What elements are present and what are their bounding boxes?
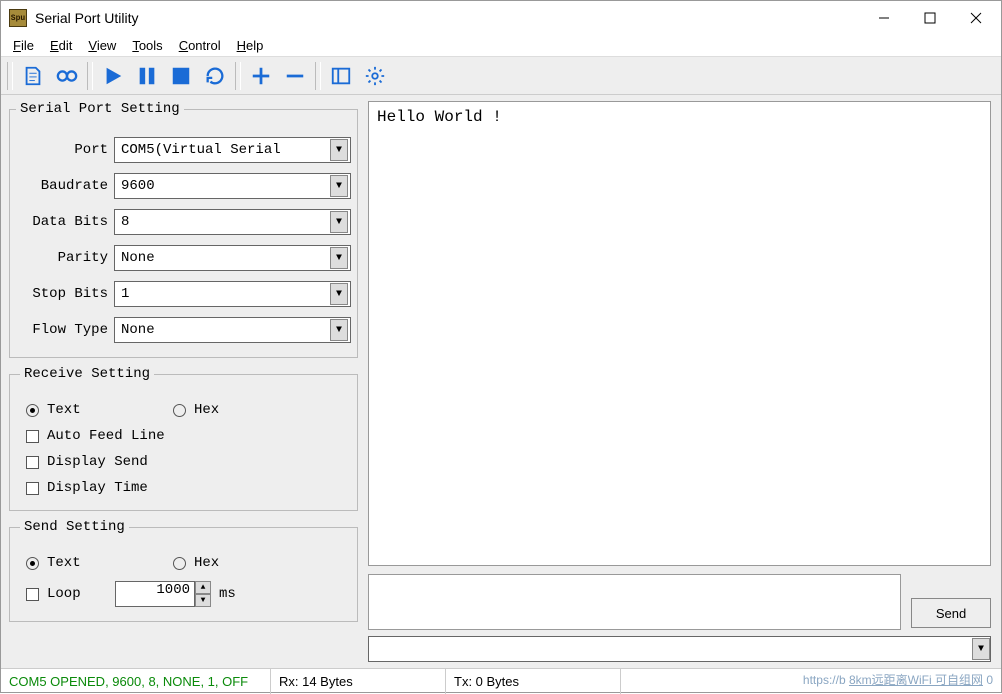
receive-text-radio[interactable] [26, 404, 39, 417]
titlebar: Spu Serial Port Utility [1, 1, 1001, 35]
send-hex-label: Hex [194, 555, 219, 571]
status-tx: Tx: 0 Bytes [446, 669, 621, 694]
menu-view[interactable]: View [80, 36, 124, 55]
receive-hex-radio[interactable] [173, 404, 186, 417]
menu-help[interactable]: Help [229, 36, 272, 55]
flowtype-label: Flow Type [16, 322, 114, 338]
new-file-icon[interactable] [17, 61, 49, 91]
app-icon: Spu [9, 9, 27, 27]
menu-control[interactable]: Control [171, 36, 229, 55]
menu-file[interactable]: File [5, 36, 42, 55]
baudrate-combo[interactable]: 9600▼ [114, 173, 351, 199]
receive-text-label: Text [47, 402, 165, 418]
parity-combo[interactable]: None▼ [114, 245, 351, 271]
display-send-label: Display Send [47, 454, 148, 470]
play-icon[interactable] [97, 61, 129, 91]
stopbits-combo[interactable]: 1▼ [114, 281, 351, 307]
chevron-down-icon[interactable]: ▼ [330, 319, 348, 341]
receive-setting-group: Receive Setting Text Hex Auto Feed Line … [9, 366, 358, 511]
refresh-icon[interactable] [199, 61, 231, 91]
display-time-label: Display Time [47, 480, 148, 496]
serial-port-setting-group: Serial Port Setting Port COM5(Virtual Se… [9, 101, 358, 358]
chevron-down-icon[interactable]: ▼ [330, 211, 348, 233]
spin-up-icon[interactable]: ▲ [195, 581, 211, 594]
receive-output[interactable]: Hello World ! [368, 101, 991, 566]
port-label: Port [16, 142, 114, 158]
menubar: File Edit View Tools Control Help [1, 35, 1001, 57]
settings-icon[interactable] [359, 61, 391, 91]
chevron-down-icon[interactable]: ▼ [330, 247, 348, 269]
receive-hex-label: Hex [194, 402, 219, 418]
loop-check[interactable] [26, 588, 39, 601]
layout-icon[interactable] [325, 61, 357, 91]
port-combo[interactable]: COM5(Virtual Serial▼ [114, 137, 351, 163]
chevron-down-icon[interactable]: ▼ [972, 638, 990, 660]
stop-icon[interactable] [165, 61, 197, 91]
maximize-button[interactable] [907, 2, 953, 34]
record-icon[interactable] [51, 61, 83, 91]
loop-label: Loop [47, 586, 107, 602]
send-button[interactable]: Send [911, 598, 991, 628]
add-icon[interactable] [245, 61, 277, 91]
status-rx: Rx: 14 Bytes [271, 669, 446, 694]
send-text-label: Text [47, 555, 165, 571]
window-title: Serial Port Utility [35, 10, 861, 26]
chevron-down-icon[interactable]: ▼ [330, 139, 348, 161]
loop-interval-input[interactable]: 1000 [115, 581, 195, 607]
auto-feed-label: Auto Feed Line [47, 428, 165, 444]
pause-icon[interactable] [131, 61, 163, 91]
flowtype-combo[interactable]: None▼ [114, 317, 351, 343]
databits-label: Data Bits [16, 214, 114, 230]
close-button[interactable] [953, 2, 999, 34]
send-hex-radio[interactable] [173, 557, 186, 570]
watermark: https://b 8km远距离WiFi 可自组网 0 [803, 671, 993, 688]
send-setting-group: Send Setting Text Hex Loop 1000 ▲▼ ms [9, 519, 358, 622]
history-combo[interactable]: ▼ [368, 636, 991, 662]
menu-edit[interactable]: Edit [42, 36, 80, 55]
databits-combo[interactable]: 8▼ [114, 209, 351, 235]
stopbits-label: Stop Bits [16, 286, 114, 302]
receive-legend: Receive Setting [20, 366, 154, 382]
parity-label: Parity [16, 250, 114, 266]
status-connection: COM5 OPENED, 9600, 8, NONE, 1, OFF [1, 669, 271, 694]
toolbar [1, 57, 1001, 95]
minimize-button[interactable] [861, 2, 907, 34]
display-time-check[interactable] [26, 482, 39, 495]
baudrate-label: Baudrate [16, 178, 114, 194]
spin-down-icon[interactable]: ▼ [195, 594, 211, 607]
chevron-down-icon[interactable]: ▼ [330, 175, 348, 197]
chevron-down-icon[interactable]: ▼ [330, 283, 348, 305]
display-send-check[interactable] [26, 456, 39, 469]
ms-label: ms [219, 586, 236, 602]
send-text-radio[interactable] [26, 557, 39, 570]
remove-icon[interactable] [279, 61, 311, 91]
menu-tools[interactable]: Tools [124, 36, 170, 55]
send-input[interactable] [368, 574, 901, 630]
send-legend: Send Setting [20, 519, 129, 535]
auto-feed-check[interactable] [26, 430, 39, 443]
serial-port-legend: Serial Port Setting [16, 101, 184, 117]
